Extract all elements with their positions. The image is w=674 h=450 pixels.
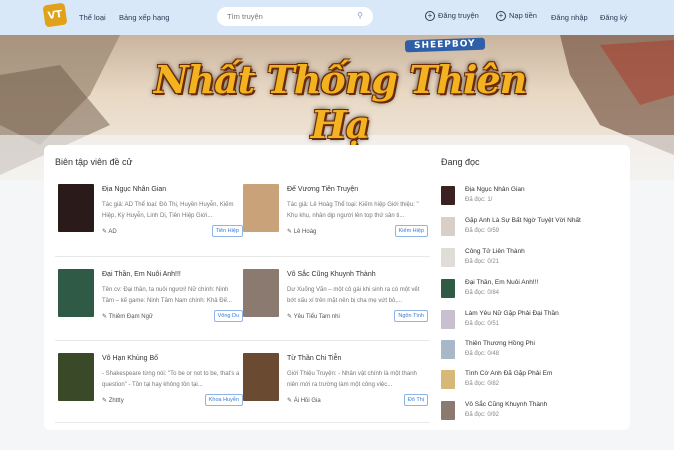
reading-item[interactable]: Làm Yêu Nữ Gặp Phải Đại Thần Đã đọc: 0/5… [441, 310, 621, 338]
reading-item[interactable]: Tình Cờ Anh Đã Gặp Phải Em Đã đọc: 0/82 [441, 370, 621, 398]
story-card[interactable]: Đại Thần, Em Nuôi Anh!!! Tên cv: Đại thầ… [58, 269, 243, 339]
reading-progress: Đã đọc: 0/48 [465, 351, 500, 357]
search-box[interactable]: Tìm truyện ⚲ [217, 7, 373, 26]
reading-title[interactable]: Gặp Anh Là Sự Bất Ngờ Tuyệt Vời Nhất [465, 217, 581, 224]
reading-progress: Đã đọc: 0/59 [465, 228, 500, 234]
reading-heading: Đang đọc [441, 157, 480, 167]
reading-cover[interactable] [441, 186, 455, 205]
reading-cover[interactable] [441, 340, 455, 359]
story-description: Tác giả: AD Thể loại: Đô Thị, Huyền Huyễ… [102, 202, 234, 219]
author-name: Lê Hoàg [293, 229, 317, 235]
divider [55, 340, 430, 341]
story-cover[interactable] [243, 269, 279, 317]
story-description: Tác giả: Lê Hoàg Thể loại: Kiếm hiệp Giớ… [287, 202, 419, 219]
reading-cover[interactable] [441, 401, 455, 420]
story-card[interactable]: Vô Sắc Cũng Khuynh Thành Dư Xuống Vãn – … [243, 269, 428, 339]
top-up-label: Nạp tiền [509, 11, 537, 20]
post-story-label: Đăng truyện [438, 11, 479, 20]
story-title[interactable]: Từ Thần Chi Tiễn [287, 355, 341, 362]
site-logo[interactable]: VT [42, 2, 68, 28]
genre-tag[interactable]: Ngôn Tình [394, 310, 428, 322]
author-name: Thiêm Đạm Ngữ [108, 314, 153, 320]
reading-item[interactable]: Công Tử Liên Thành Đã đọc: 0/21 [441, 248, 621, 276]
reading-item[interactable]: Gặp Anh Là Sự Bất Ngờ Tuyệt Vời Nhất Đã … [441, 217, 621, 245]
story-author[interactable]: ✎ Zhttty [102, 397, 124, 404]
story-description: - Shakespeare từng nói: "To be or not to… [102, 371, 240, 388]
story-card[interactable]: Đế Vương Tiên Truyện Tác giả: Lê Hoàg Th… [243, 184, 428, 254]
reading-progress: Đã đọc: 1/ [465, 197, 493, 203]
genre-tag[interactable]: Võng Du [213, 310, 243, 322]
reading-progress: Đã đọc: 0/92 [465, 412, 500, 418]
author-name: Ái Hồi Gia [293, 398, 321, 404]
story-cover[interactable] [58, 184, 94, 232]
story-description: Giới Thiệu Truyện: - Nhân vật chính là m… [287, 371, 417, 388]
reading-cover[interactable] [441, 248, 455, 267]
genre-tag[interactable]: Tiên Hiệp [211, 225, 243, 237]
story-author[interactable]: ✎ Thiêm Đạm Ngữ [102, 313, 153, 320]
plus-circle-icon: + [425, 11, 435, 22]
story-card[interactable]: Địa Ngục Nhân Gian Tác giả: AD Thể loại:… [58, 184, 243, 254]
reading-cover[interactable] [441, 310, 455, 329]
reading-progress: Đã đọc: 0/82 [465, 381, 500, 387]
top-up-button[interactable]: + Nạp tiền [496, 11, 537, 22]
author-name: Yêu Tiểu Tam nhi [293, 314, 340, 320]
plus-circle-icon: + [496, 11, 506, 22]
reading-title[interactable]: Vô Sắc Cũng Khuynh Thành [465, 401, 547, 408]
author-name: AD [108, 229, 117, 235]
login-link[interactable]: Đăng nhập [551, 13, 588, 22]
reading-title[interactable]: Làm Yêu Nữ Gặp Phải Đại Thần [465, 310, 559, 317]
nav-rankings[interactable]: Bảng xếp hạng [119, 13, 169, 22]
story-cover[interactable] [58, 269, 94, 317]
banner-title: Nhất Thống Thiên Hạ [153, 57, 528, 147]
story-author[interactable]: ✎ AD [102, 228, 117, 235]
nav-genres[interactable]: Thể loại [79, 13, 106, 22]
story-title[interactable]: Đại Thần, Em Nuôi Anh!!! [102, 271, 181, 278]
reading-item[interactable]: Địa Ngục Nhân Gian Đã đọc: 1/ [441, 186, 621, 214]
story-title[interactable]: Đế Vương Tiên Truyện [287, 186, 358, 193]
author-name: Zhttty [108, 398, 124, 404]
genre-tag[interactable]: Khoa Huyễn [204, 394, 243, 406]
reading-progress: Đã đọc: 0/21 [465, 259, 500, 265]
reading-title[interactable]: Công Tử Liên Thành [465, 248, 525, 255]
genre-tag[interactable]: Kiếm Hiệp [394, 225, 428, 237]
divider [55, 256, 430, 257]
story-title[interactable]: Vô Hạn Khủng Bố [102, 355, 158, 362]
reading-title[interactable]: Địa Ngục Nhân Gian [465, 186, 525, 193]
story-author[interactable]: ✎ Yêu Tiểu Tam nhi [287, 313, 340, 320]
story-author[interactable]: ✎ Ái Hồi Gia [287, 397, 321, 404]
reading-cover[interactable] [441, 370, 455, 389]
reading-progress: Đã đọc: 0/51 [465, 321, 500, 327]
reading-title[interactable]: Thiên Thương Hồng Phi [465, 340, 535, 347]
top-navigation-bar: VT Thể loại Bảng xếp hạng Tìm truyện ⚲ +… [0, 0, 674, 35]
post-story-button[interactable]: + Đăng truyện [425, 11, 479, 22]
reading-item[interactable]: Vô Sắc Cũng Khuynh Thành Đã đọc: 0/92 [441, 401, 621, 429]
reading-cover[interactable] [441, 217, 455, 236]
editors-pick-heading: Biên tập viên đề cử [55, 157, 133, 167]
story-card[interactable]: Vô Hạn Khủng Bố - Shakespeare từng nói: … [58, 353, 243, 423]
reading-progress: Đã đọc: 0/84 [465, 290, 500, 296]
story-author[interactable]: ✎ Lê Hoàg [287, 228, 316, 235]
reading-title[interactable]: Tình Cờ Anh Đã Gặp Phải Em [465, 370, 552, 377]
reading-cover[interactable] [441, 279, 455, 298]
story-cover[interactable] [58, 353, 94, 401]
reading-item[interactable]: Thiên Thương Hồng Phi Đã đọc: 0/48 [441, 340, 621, 368]
story-cover[interactable] [243, 353, 279, 401]
reading-title[interactable]: Đại Thần, Em Nuôi Anh!!! [465, 279, 538, 286]
register-link[interactable]: Đăng ký [600, 13, 628, 22]
search-input[interactable]: Tìm truyện [227, 12, 263, 21]
story-description: Dư Xuống Vãn – một cô gái khi sinh ra có… [287, 287, 420, 304]
story-title[interactable]: Vô Sắc Cũng Khuynh Thành [287, 271, 376, 278]
search-icon[interactable]: ⚲ [357, 11, 363, 20]
story-cover[interactable] [243, 184, 279, 232]
genre-tag[interactable]: Đô Thị [403, 394, 428, 406]
story-card[interactable]: Từ Thần Chi Tiễn Giới Thiệu Truyện: - Nh… [243, 353, 428, 423]
reading-item[interactable]: Đại Thần, Em Nuôi Anh!!! Đã đọc: 0/84 [441, 279, 621, 307]
story-description: Tên cv: Đại thần, ta nuôi ngươi! Nữ chín… [102, 287, 232, 304]
story-title[interactable]: Địa Ngục Nhân Gian [102, 186, 166, 193]
